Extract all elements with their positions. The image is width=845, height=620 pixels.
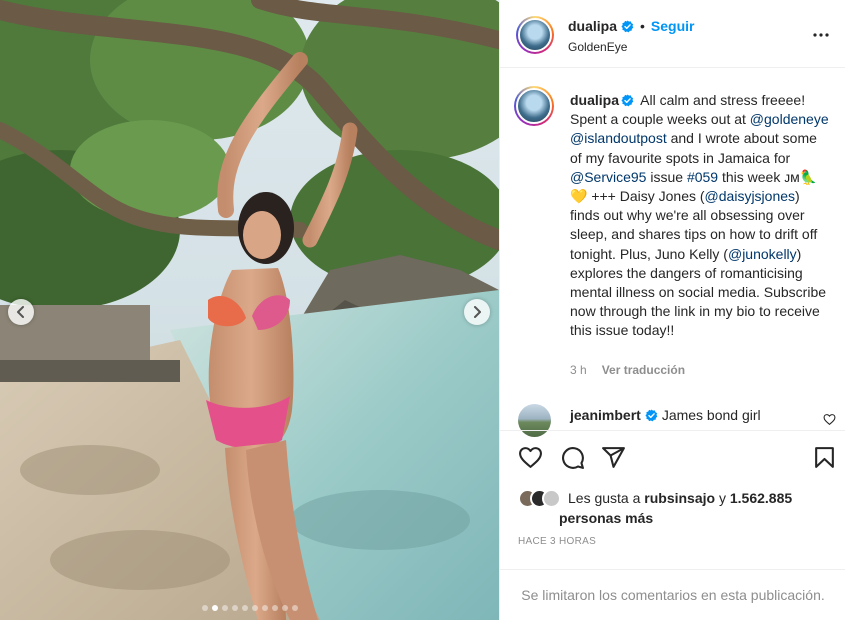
mention-link[interactable]: @goldeneye [750, 111, 829, 127]
comment-like-heart-icon[interactable] [823, 413, 836, 426]
share-paper-plane-icon[interactable] [601, 445, 626, 470]
liker-avatar [542, 488, 561, 508]
verified-badge-icon [645, 408, 658, 421]
carousel-next-button[interactable] [464, 299, 490, 325]
likes-count[interactable]: 1.562.885 [730, 490, 792, 506]
see-translation-button[interactable]: Ver traducción [602, 363, 685, 377]
comments-limited-notice: Se limitaron los comentarios en esta pub… [500, 569, 845, 620]
post-location[interactable]: GoldenEye [568, 40, 627, 54]
comment-text: James bond girl [661, 407, 761, 423]
mention-link[interactable]: @Service95 [570, 169, 646, 185]
caption-text: issue [646, 168, 687, 185]
likes-summary: Les gusta a rubsinsajo y 1.562.885 perso… [518, 488, 838, 528]
carousel-dot [211, 605, 218, 611]
post-timestamp[interactable]: HACE 3 HORAS [518, 536, 596, 547]
liker-username[interactable]: rubsinsajo [644, 490, 715, 506]
carousel-dot [221, 605, 228, 611]
caption-avatar[interactable] [514, 86, 554, 126]
post-actions-bar [500, 430, 845, 485]
hashtag-link[interactable]: #059 [687, 169, 718, 185]
caption-meta: 3 h Ver traducción [570, 363, 685, 377]
mention-link[interactable]: @junokelly [728, 246, 797, 262]
chevron-right-icon [474, 306, 481, 318]
carousel-prev-button[interactable] [8, 299, 34, 325]
verified-badge-icon [621, 94, 634, 107]
likes-middle: y [718, 490, 726, 506]
carousel-dot [201, 605, 208, 611]
carousel-dot [251, 605, 258, 611]
carousel-indicator [0, 605, 499, 611]
caption-username[interactable]: dualipa [570, 92, 619, 108]
carousel-dot [291, 605, 298, 611]
comment-row: jeanimbert James bond girl [500, 404, 845, 437]
post-caption: dualipa All calm and stress freeee! Spen… [570, 91, 832, 341]
chevron-left-icon [17, 306, 24, 318]
header-separator: • [640, 18, 645, 34]
commenter-username[interactable]: jeanimbert [570, 407, 641, 423]
likes-suffix[interactable]: personas más [559, 508, 838, 528]
like-heart-icon[interactable] [518, 445, 543, 470]
comment-bubble-icon[interactable] [560, 445, 585, 470]
carousel-dot [231, 605, 238, 611]
caption-age: 3 h [570, 363, 587, 377]
save-bookmark-icon[interactable] [812, 445, 837, 470]
author-username[interactable]: dualipa [568, 18, 617, 34]
post-side-panel: dualipa • Seguir GoldenEye dualipa All c… [499, 0, 845, 620]
carousel-dot [241, 605, 248, 611]
more-horizontal-icon[interactable] [812, 26, 830, 44]
beach-photo [0, 0, 499, 620]
follow-button[interactable]: Seguir [651, 18, 695, 34]
mention-link[interactable]: @islandoutpost [570, 130, 667, 146]
author-avatar[interactable] [516, 16, 554, 54]
caption-area: dualipa All calm and stress freeee! Spen… [500, 68, 845, 430]
carousel-dot [261, 605, 268, 611]
liker-avatars [518, 488, 561, 508]
post-photo [0, 0, 499, 620]
verified-badge-icon [621, 19, 634, 32]
carousel-dot [281, 605, 288, 611]
post-header: dualipa • Seguir GoldenEye [500, 0, 845, 68]
likes-prefix: Les gusta a [568, 490, 641, 506]
carousel-dot [271, 605, 278, 611]
mention-link[interactable]: @daisyjsjones [705, 188, 795, 204]
